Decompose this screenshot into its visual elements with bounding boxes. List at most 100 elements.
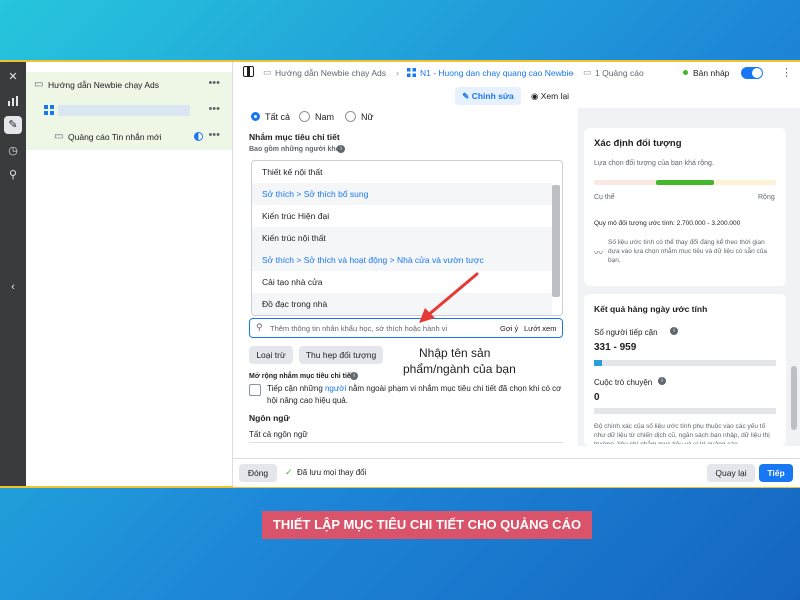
browse-link[interactable]: Lướt xem <box>524 324 556 333</box>
next-button[interactable]: Tiếp <box>759 464 793 482</box>
clock-icon[interactable]: ◷ <box>4 142 22 160</box>
list-item[interactable]: Kiến trúc Hiện đại <box>252 205 552 227</box>
suggest-link[interactable]: Gợi ý <box>500 324 518 333</box>
info-icon[interactable]: i <box>337 145 345 153</box>
search-icon[interactable]: ⚲ <box>4 166 22 184</box>
daily-results-card: Kết quả hàng ngày ước tính Số người tiếp… <box>584 294 786 446</box>
audience-meter-broad <box>714 180 776 185</box>
adset-name-redacted <box>58 105 190 116</box>
eye-icon: ◉ <box>530 91 541 101</box>
annotation-arrow <box>419 272 479 323</box>
status-half-icon <box>194 132 203 141</box>
more-icon[interactable]: ••• <box>208 103 220 115</box>
info-icon[interactable]: i <box>350 372 358 380</box>
breadcrumb-campaign[interactable]: Hướng dẫn Newbie chạy Ads <box>275 68 386 78</box>
chart-icon[interactable] <box>4 92 22 110</box>
narrow-audience-button[interactable]: Thu hẹp đối tượng <box>299 346 383 364</box>
gender-all-label: Tất cả <box>265 112 291 122</box>
audience-title: Xác định đối tượng <box>594 138 682 149</box>
audience-definition-card: Xác định đối tượng Lựa chọn đối tượng củ… <box>584 128 786 286</box>
expand-text-part: nằm ngoài phạm vi nhắm mục tiêu chi tiết… <box>346 384 562 393</box>
top-toolbar: ▭ Hướng dẫn Newbie chạy Ads › N1 - Huong… <box>233 62 800 85</box>
list-scrollbar[interactable] <box>552 185 560 297</box>
footer-bar: Đóng ✓ Đã lưu mọi thay đổi Quay lại Tiếp <box>233 458 800 487</box>
list-item-label: Cải tạo nhà cửa <box>262 277 323 287</box>
targeting-search-input[interactable]: ⚲ Thêm thông tin nhân khẩu học, sở thích… <box>249 318 563 338</box>
ad-icon: ▭ <box>583 67 592 77</box>
breadcrumb-adset[interactable]: N1 - Huong dan chay quang cao Newbie <box>420 68 573 78</box>
reach-bar <box>594 360 776 366</box>
estimate-panel: Xác định đối tượng Lựa chọn đối tượng củ… <box>578 108 800 446</box>
conversations-label: Cuộc trò chuyện <box>594 378 653 387</box>
close-button[interactable]: Đóng <box>239 464 277 482</box>
panel-scrollbar[interactable] <box>791 366 797 430</box>
gender-female-label: Nữ <box>361 112 374 122</box>
ads-manager-window: ✕ ✎ ◷ ⚲ ‹ ▭ Hướng dẫn Newbie chạy Ads ••… <box>0 60 800 488</box>
toggle-knob <box>752 68 762 78</box>
people-link[interactable]: người <box>325 384 346 393</box>
review-mode-label: Xem lại <box>540 91 570 101</box>
edit-mode-button[interactable]: ✎ Chỉnh sửa <box>455 87 521 105</box>
gender-all-radio[interactable] <box>251 112 260 121</box>
info-icon[interactable]: i <box>658 377 666 385</box>
audience-note: Số liệu ước tính có thể thay đổi đáng kể… <box>608 239 768 264</box>
draft-status: Bản nháp <box>693 68 730 78</box>
list-item-label: Thiết kế nội thất <box>262 167 323 177</box>
list-category-label: Sở thích > Sở thích và hoạt động > Nhà c… <box>262 255 484 265</box>
list-item[interactable]: Thiết kế nội thất <box>252 161 552 183</box>
info-icon[interactable]: i <box>670 327 678 335</box>
review-mode-button[interactable]: ◉ Xem lại <box>525 87 575 105</box>
tree-item-ad[interactable]: ▭ Quảng cáo Tin nhắn mới ••• <box>26 124 232 150</box>
detailed-targeting-title: Nhắm mục tiêu chi tiết <box>249 132 340 142</box>
breadcrumb-ad[interactable]: 1 Quảng cáo <box>595 68 644 78</box>
tree-item-adset[interactable]: ••• <box>26 98 232 124</box>
sidebar-toggle-bar <box>247 66 250 77</box>
targeting-list: Thiết kế nội thất Sở thích > Sở thích bổ… <box>251 160 563 316</box>
more-icon[interactable]: ⋮ <box>781 66 792 79</box>
list-item[interactable]: Cải tạo nhà cửa <box>252 271 552 293</box>
collapse-icon[interactable]: ‹ <box>4 278 22 296</box>
gender-male-radio[interactable] <box>299 111 310 122</box>
language-title: Ngôn ngữ <box>249 413 290 423</box>
left-rail: ✕ ✎ ◷ ⚲ ‹ <box>0 62 26 486</box>
reach-label: Số người tiếp cận <box>594 328 658 337</box>
annotation-text-2: phẩm/ngành của bạn <box>403 362 516 376</box>
ad-icon: ▭ <box>54 131 64 142</box>
language-value[interactable]: Tất cả ngôn ngữ <box>249 430 308 439</box>
pencil-icon: ✎ <box>462 91 472 101</box>
edit-mode-label: Chỉnh sửa <box>471 91 514 101</box>
specific-label: Cụ thể <box>594 194 615 201</box>
list-item[interactable]: Kiến trúc nội thất <box>252 227 552 249</box>
conversations-value: 0 <box>594 392 600 403</box>
tree-item-campaign[interactable]: ▭ Hướng dẫn Newbie chạy Ads ••• <box>26 72 232 98</box>
reach-bar-fill <box>594 360 602 366</box>
more-icon[interactable]: ••• <box>208 77 220 89</box>
trend-icon: 〰 <box>594 248 604 258</box>
chevron-right-icon: › <box>396 68 399 78</box>
campaign-name: Hướng dẫn Newbie chạy Ads <box>48 80 159 90</box>
mode-bar: ✎ Chỉnh sửa ◉ Xem lại <box>233 84 800 108</box>
search-icon: ⚲ <box>256 322 263 332</box>
conversations-bar <box>594 408 776 414</box>
audience-size: Quy mô đối tượng ước tính: 2.700.000 - 3… <box>594 220 741 227</box>
back-button[interactable]: Quay lại <box>707 464 755 482</box>
folder-icon: ▭ <box>263 67 272 77</box>
exclude-button[interactable]: Loại trừ <box>249 346 293 364</box>
edit-icon[interactable]: ✎ <box>4 116 22 134</box>
expand-targeting-checkbox[interactable] <box>249 384 261 396</box>
close-icon[interactable]: ✕ <box>4 68 22 86</box>
ad-name: Quảng cáo Tin nhắn mới <box>68 132 162 142</box>
chevron-right-icon: › <box>571 68 574 78</box>
expand-targeting-text: Tiếp cận những người nằm ngoài phạm vi n… <box>267 384 561 393</box>
saved-status: Đã lưu mọi thay đổi <box>297 468 367 477</box>
list-category: Sở thích > Sở thích và hoạt động > Nhà c… <box>252 249 552 271</box>
targeting-form: Tất cả Nam Nữ Nhắm mục tiêu chi tiết Bao… <box>233 108 578 446</box>
list-item-label: Đồ đạc trong nhà <box>262 299 328 309</box>
gender-female-radio[interactable] <box>345 111 356 122</box>
more-icon[interactable]: ••• <box>208 129 220 141</box>
list-item[interactable]: Đồ đạc trong nhà <box>252 293 552 315</box>
annotation-text-1: Nhập tên sản <box>419 346 491 360</box>
expand-targeting-title: Mở rộng nhắm mục tiêu chi tiết <box>249 373 354 380</box>
expand-text-part: Tiếp cận những <box>267 384 325 393</box>
caption-banner: THIẾT LẬP MỤC TIÊU CHI TIẾT CHO QUẢNG CÁ… <box>262 511 592 539</box>
